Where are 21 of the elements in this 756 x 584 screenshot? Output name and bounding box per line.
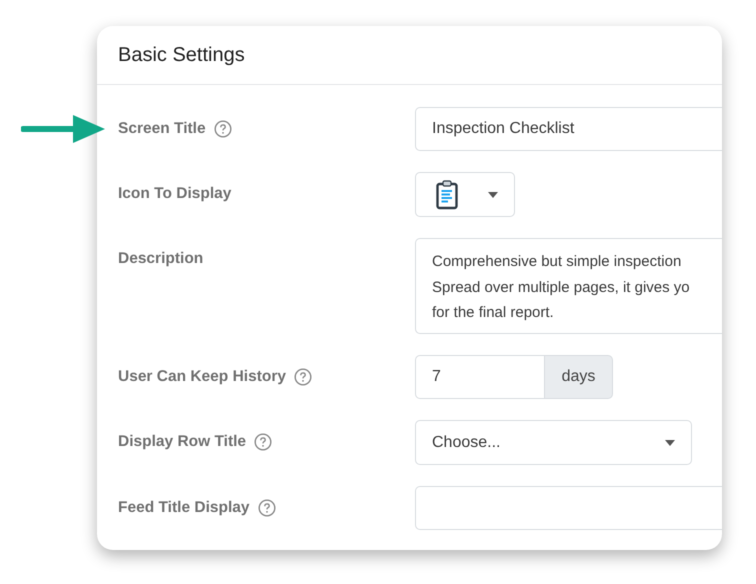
field-label: Icon To Display (118, 185, 232, 203)
help-icon[interactable] (214, 120, 232, 138)
help-icon[interactable] (258, 499, 276, 517)
panel-title: Basic Settings (118, 44, 245, 66)
field-label: Screen Title (118, 120, 206, 138)
caret-icon (488, 192, 498, 198)
field-label: Display Row Title (118, 433, 246, 451)
text-field[interactable]: Inspection Checklist (415, 107, 722, 151)
help-icon[interactable] (294, 368, 312, 386)
clipboard-icon (436, 180, 458, 210)
number-field[interactable]: 7 (415, 355, 545, 399)
description-field[interactable]: Comprehensive but simple inspection Spread over multiple pages, it gives yo for the final report. (415, 238, 722, 334)
select-dropdown[interactable]: Choose... (415, 420, 692, 465)
caret-icon (665, 440, 675, 446)
field-label: Description (118, 250, 204, 268)
text-field[interactable] (415, 486, 722, 530)
help-icon[interactable] (254, 433, 272, 451)
unit-addon: days (545, 355, 613, 399)
field-label: User Can Keep History (118, 368, 286, 386)
field-label: Feed Title Display (118, 499, 250, 517)
icon-dropdown[interactable] (415, 172, 515, 217)
